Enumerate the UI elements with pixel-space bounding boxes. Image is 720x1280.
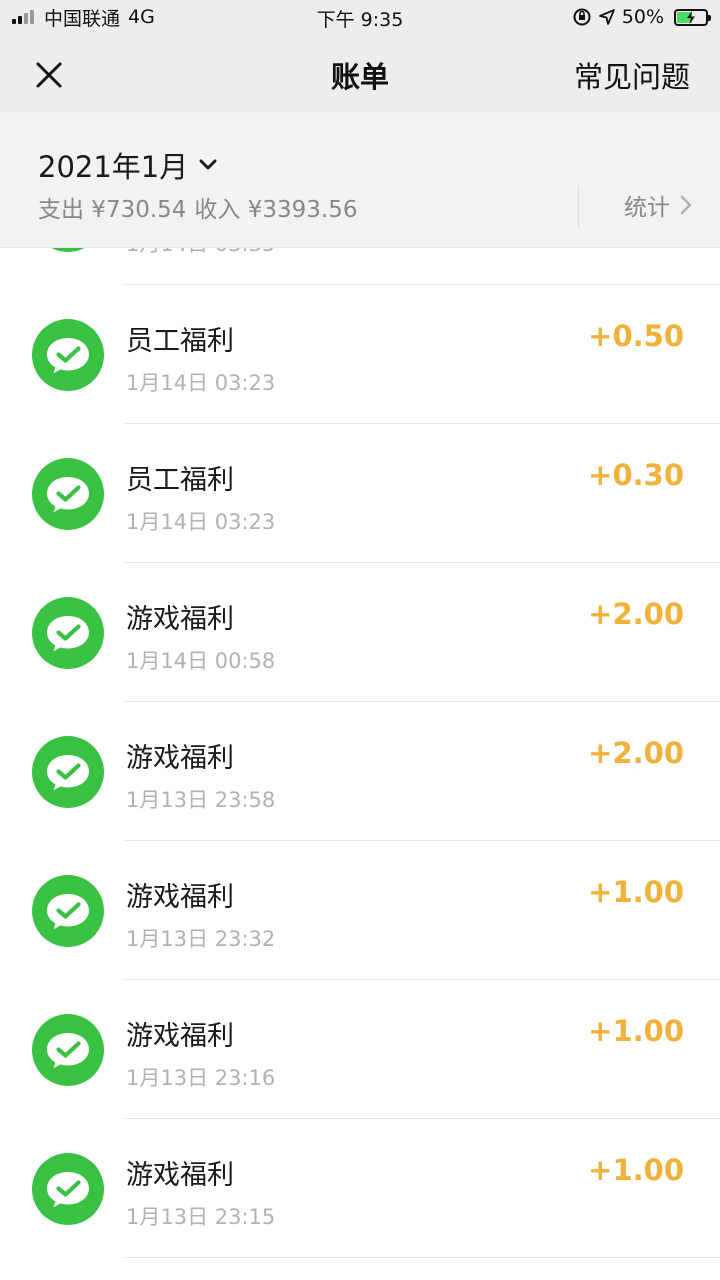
transaction-time: 1月14日 00:58 bbox=[126, 649, 276, 673]
expense-total: 支出 ¥730.54 bbox=[38, 197, 187, 223]
transaction-time: 1月13日 23:15 bbox=[126, 1205, 276, 1229]
transaction-time: 1月14日 03:23 bbox=[126, 510, 276, 534]
row-divider bbox=[124, 1257, 720, 1258]
transaction-row[interactable]: 员工福利 1月14日 03:23 +0.30 bbox=[0, 424, 720, 563]
transaction-row[interactable]: 游戏福利 1月13日 23:16 +1.00 bbox=[0, 980, 720, 1119]
transaction-row[interactable]: 1月14日 03:35 bbox=[0, 247, 720, 285]
close-button[interactable] bbox=[28, 54, 70, 96]
transaction-amount: +1.00 bbox=[588, 1153, 684, 1187]
transaction-time: 1月13日 23:58 bbox=[126, 788, 276, 812]
transaction-time: 1月13日 23:32 bbox=[126, 927, 276, 951]
wechat-pay-icon bbox=[32, 1153, 104, 1225]
orientation-lock-icon bbox=[573, 8, 591, 26]
transaction-title: 员工福利 bbox=[126, 465, 234, 496]
wechat-pay-icon bbox=[32, 597, 104, 669]
wechat-pay-icon bbox=[32, 1014, 104, 1086]
nav-bar: 账单 常见问题 bbox=[0, 34, 720, 112]
transaction-amount: +2.00 bbox=[588, 597, 684, 631]
transaction-title: 游戏福利 bbox=[126, 1021, 234, 1052]
wechat-pay-icon bbox=[32, 736, 104, 808]
month-selector[interactable]: 2021年1月 bbox=[38, 144, 218, 186]
statistics-button[interactable]: 统计 bbox=[624, 188, 692, 222]
bill-summary: 2021年1月 支出 ¥730.54 收入 ¥3393.56 统计 bbox=[0, 112, 720, 247]
transaction-title: 游戏福利 bbox=[126, 743, 234, 774]
totals: 支出 ¥730.54 收入 ¥3393.56 bbox=[38, 190, 357, 224]
transaction-time: 1月14日 03:35 bbox=[126, 247, 275, 258]
transaction-row[interactable]: 员工福利 1月14日 03:23 +0.50 bbox=[0, 285, 720, 424]
transaction-title: 游戏福利 bbox=[126, 1160, 234, 1191]
wechat-pay-icon bbox=[32, 247, 104, 252]
month-label: 2021年1月 bbox=[38, 150, 189, 184]
transaction-time: 1月14日 03:23 bbox=[126, 371, 276, 395]
transaction-amount: +2.00 bbox=[588, 736, 684, 770]
transaction-row[interactable]: 游戏福利 1月13日 23:32 +1.00 bbox=[0, 841, 720, 980]
statistics-label: 统计 bbox=[624, 195, 670, 221]
transaction-row[interactable]: 游戏福利 1月14日 00:58 +2.00 bbox=[0, 563, 720, 702]
transaction-title: 员工福利 bbox=[126, 326, 234, 357]
transaction-row[interactable]: 游戏福利 1月13日 23:15 +1.00 bbox=[0, 1119, 720, 1258]
status-bar: 中国联通 4G 下午 9:35 50% bbox=[0, 0, 720, 34]
transaction-title: 游戏福利 bbox=[126, 882, 234, 913]
battery-icon bbox=[674, 8, 711, 26]
status-right: 50% bbox=[572, 5, 711, 29]
wechat-pay-icon bbox=[32, 319, 104, 391]
close-icon bbox=[36, 62, 62, 88]
income-total: 收入 ¥3393.56 bbox=[194, 197, 358, 223]
transaction-list[interactable]: 1月14日 03:35 员工福利 1月14日 03:23 +0.50 员工福利 1月14日… bbox=[0, 247, 720, 1280]
location-icon bbox=[598, 9, 615, 25]
transaction-time: 1月13日 23:16 bbox=[126, 1066, 276, 1090]
chevron-right-icon bbox=[680, 195, 692, 215]
transaction-amount: +0.50 bbox=[588, 319, 684, 353]
transaction-amount: +1.00 bbox=[588, 1014, 684, 1048]
wechat-pay-icon bbox=[32, 875, 104, 947]
transaction-amount: +1.00 bbox=[588, 875, 684, 909]
transaction-row[interactable]: 游戏福利 1月13日 23:58 +2.00 bbox=[0, 702, 720, 841]
battery-percent: 50% bbox=[621, 6, 664, 28]
faq-link[interactable]: 常见问题 bbox=[574, 54, 690, 96]
transaction-amount: +0.30 bbox=[588, 458, 684, 492]
transaction-title: 游戏福利 bbox=[126, 604, 234, 635]
wechat-pay-icon bbox=[32, 458, 104, 530]
divider bbox=[578, 186, 579, 228]
chevron-down-icon bbox=[199, 159, 217, 170]
